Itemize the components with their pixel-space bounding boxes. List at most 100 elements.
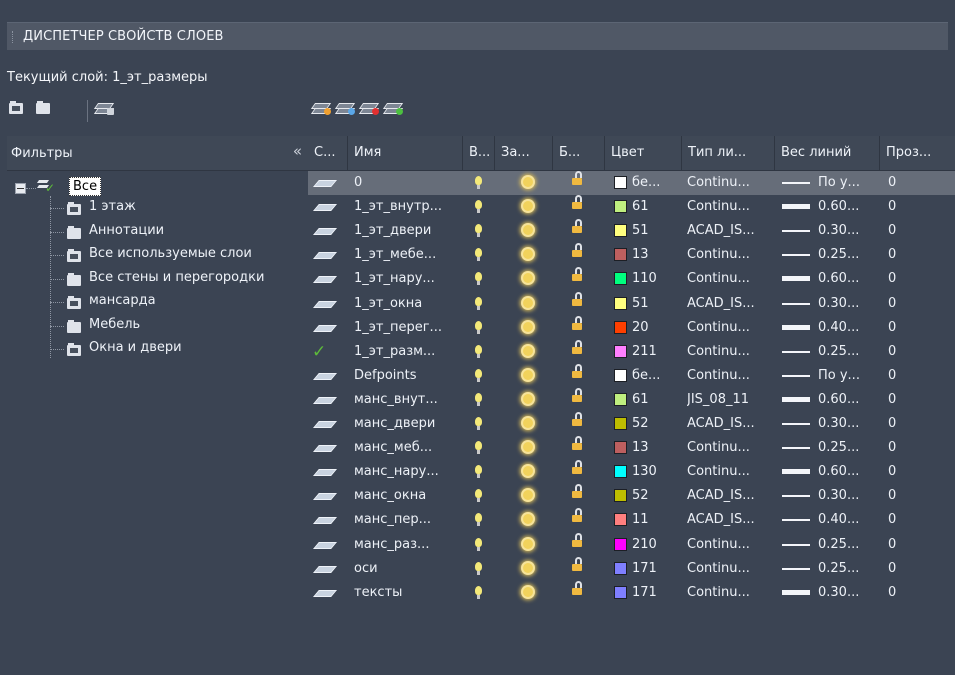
layer-linetype[interactable]: ACAD_IS... [687,412,773,436]
filter-item[interactable]: Аннотации [89,223,164,238]
layer-linetype[interactable]: Continu... [687,581,773,605]
new-group-filter-icon[interactable] [36,101,52,115]
filter-all[interactable]: Все [69,177,102,196]
layer-color-swatch[interactable] [614,296,627,310]
layer-row[interactable]: 1_эт_перег... 20 Continu... 0.40... 0 [308,315,955,340]
layer-status-icon[interactable] [313,563,337,575]
layer-color-swatch[interactable] [614,561,627,575]
layer-color-label[interactable]: 61 [632,388,678,412]
layer-color-label[interactable]: 130 [632,460,678,484]
layer-on-bulb-icon[interactable] [475,585,482,599]
layer-transparency[interactable]: 0 [888,460,948,484]
layer-color-label[interactable]: 20 [632,316,678,340]
layer-row[interactable]: манс_двери 52 ACAD_IS... 0.30... 0 [308,412,955,436]
layer-status-icon[interactable] [313,514,337,526]
layer-transparency[interactable]: 0 [888,557,948,581]
layer-transparency[interactable]: 0 [888,508,948,532]
filter-item[interactable]: мансарда [89,293,156,308]
layer-on-bulb-icon[interactable] [475,537,482,551]
layer-thaw-sun-icon[interactable] [523,393,533,404]
layer-unlocked-icon[interactable] [572,436,582,451]
column-on[interactable]: В... [463,136,495,170]
layer-transparency[interactable]: 0 [888,195,948,219]
layer-lineweight[interactable]: 0.40... [818,316,878,340]
layer-linetype[interactable]: ACAD_IS... [687,508,773,532]
layer-transparency[interactable]: 0 [888,484,948,508]
layer-status-icon[interactable] [313,177,337,189]
layer-unlocked-icon[interactable] [572,219,582,234]
layer-thaw-sun-icon[interactable] [523,466,533,477]
layer-color-label[interactable]: 61 [632,195,678,219]
layer-lineweight[interactable]: 0.30... [818,292,878,316]
layer-transparency[interactable]: 0 [888,364,948,388]
layer-transparency[interactable]: 0 [888,243,948,267]
layer-color-label[interactable]: 211 [632,340,678,364]
layer-lineweight[interactable]: 0.40... [818,508,878,532]
filter-item[interactable]: Все используемые слои [89,246,252,261]
layer-name[interactable]: 0 [354,171,461,195]
layer-name[interactable]: манс_двери [354,412,461,436]
layer-thaw-sun-icon[interactable] [523,562,533,573]
layer-lineweight[interactable]: 0.60... [818,460,878,484]
layer-name[interactable]: оси [354,557,461,581]
layer-lineweight[interactable]: 0.30... [818,484,878,508]
layer-thaw-sun-icon[interactable] [523,418,533,428]
layer-color-label[interactable]: бе... [632,171,678,195]
palette-grip[interactable] [12,31,16,43]
layer-color-swatch[interactable] [614,344,627,358]
layer-unlocked-icon[interactable] [572,339,582,354]
layer-thaw-sun-icon[interactable] [523,201,533,212]
layer-linetype[interactable]: Continu... [687,364,773,388]
layer-transparency[interactable]: 0 [888,316,948,340]
column-lock[interactable]: Б... [553,136,605,170]
palette-title-bar[interactable]: ДИСПЕТЧЕР СВОЙСТВ СЛОЕВ [7,22,948,50]
layer-status-icon[interactable] [313,225,337,237]
layer-status-icon[interactable] [313,201,337,213]
layer-color-swatch[interactable] [614,465,627,479]
layer-transparency[interactable]: 0 [888,340,948,364]
new-layer-icon[interactable] [310,101,332,115]
layer-row[interactable]: ✓ 1_эт_разм... 211 Continu... 0.25... 0 [308,339,955,364]
layer-linetype[interactable]: Continu... [687,533,773,557]
layer-color-swatch[interactable] [614,320,627,334]
layer-linetype[interactable]: JIS_08_11 [687,388,773,412]
layer-thaw-sun-icon[interactable] [523,273,533,284]
layer-row[interactable]: 1_эт_внутр... 61 Continu... 0.60... 0 [308,195,955,219]
layer-thaw-sun-icon[interactable] [523,321,533,332]
layer-linetype[interactable]: Continu... [687,436,773,460]
layers-grid[interactable]: С... Имя В... За... Б... Цвет Тип ли... … [308,136,955,675]
layer-on-bulb-icon[interactable] [475,368,482,382]
layer-lineweight[interactable]: 0.60... [818,195,878,219]
layer-status-icon[interactable] [313,466,337,478]
filter-item[interactable]: Мебель [89,317,140,332]
layer-status-icon[interactable] [313,587,337,599]
layer-linetype[interactable]: Continu... [687,460,773,484]
column-lineweight[interactable]: Вес линий [775,136,880,170]
layer-color-swatch[interactable] [614,248,627,262]
layer-linetype[interactable]: Continu... [687,267,773,291]
layer-color-swatch[interactable] [614,585,627,599]
layer-thaw-sun-icon[interactable] [523,369,533,380]
layer-unlocked-icon[interactable] [572,484,582,499]
layer-color-label[interactable]: 13 [632,436,678,460]
layer-lineweight[interactable]: 0.25... [818,243,878,267]
layer-status-icon[interactable] [313,442,337,454]
layer-lineweight[interactable]: 0.25... [818,340,878,364]
layer-row[interactable]: 1_эт_окна 51 ACAD_IS... 0.30... 0 [308,291,955,316]
layer-name[interactable]: 1_эт_перег... [354,316,461,340]
layer-unlocked-icon[interactable] [572,508,582,523]
layer-linetype[interactable]: Continu... [687,171,773,195]
layer-name[interactable]: 1_эт_нару... [354,267,461,291]
layer-color-swatch[interactable] [614,176,627,189]
layer-color-swatch[interactable] [614,489,627,503]
layer-thaw-sun-icon[interactable] [523,249,533,260]
layer-color-label[interactable]: 171 [632,581,678,605]
layer-linetype[interactable]: Continu... [687,340,773,364]
layer-color-swatch[interactable] [614,513,627,527]
layer-lineweight[interactable]: По у... [818,364,878,388]
layer-row[interactable]: манс_раз... 210 Continu... 0.25... 0 [308,532,955,557]
layer-color-swatch[interactable] [614,537,627,551]
layer-on-bulb-icon[interactable] [475,296,482,310]
layer-unlocked-icon[interactable] [572,171,582,185]
layer-row[interactable]: 0 бе... Continu... По у... 0 [308,171,955,195]
